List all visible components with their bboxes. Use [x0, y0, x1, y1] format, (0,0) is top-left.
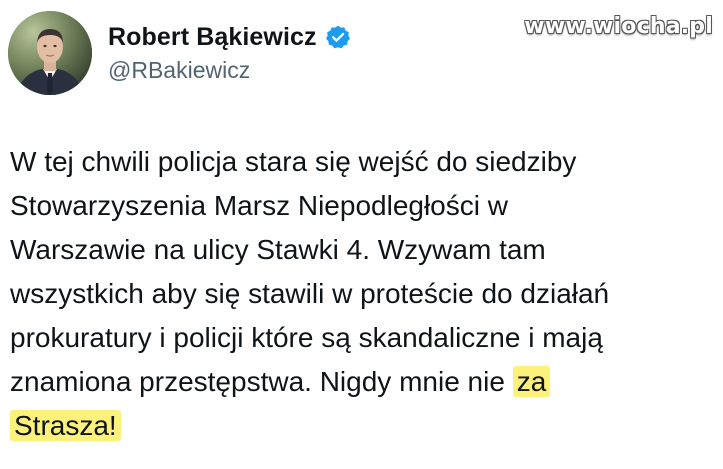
tweet-card: Robert Bąkiewicz @RBakiewicz www.wiocha.…: [0, 0, 723, 469]
tweet-line: Stowarzyszenia Marsz Niepodległości w: [10, 190, 508, 221]
tweet-line: W tej chwili policja stara się wejść do …: [10, 146, 577, 177]
user-handle[interactable]: @RBakiewicz: [108, 55, 351, 85]
tweet-header: Robert Bąkiewicz @RBakiewicz: [8, 8, 351, 98]
name-row: Robert Bąkiewicz: [108, 21, 351, 53]
avatar[interactable]: [8, 11, 92, 95]
tweet-line: Warszawie na ulicy Stawki 4. Wzywam tam: [10, 234, 546, 265]
watermark: www.wiocha.pl: [524, 14, 713, 39]
tweet-line: znamiona przestępstwa. Nigdy mnie nie za: [10, 360, 710, 404]
tweet-line: wszystkich aby się stawili w proteście d…: [10, 278, 610, 309]
highlighted-text: Strasza!: [10, 410, 121, 441]
display-name[interactable]: Robert Bąkiewicz: [108, 21, 317, 53]
tweet-line: Strasza!: [10, 404, 710, 448]
verified-badge-icon: [325, 24, 351, 50]
author-names: Robert Bąkiewicz @RBakiewicz: [108, 21, 351, 85]
profile-photo-icon: [8, 11, 92, 95]
tweet-line-text: znamiona przestępstwa. Nigdy mnie nie: [10, 366, 505, 397]
tweet-line: prokuratury i policji które są skandalic…: [10, 322, 603, 353]
tweet-text: W tej chwili policja stara się wejść do …: [10, 140, 710, 448]
highlighted-text: za: [512, 366, 551, 397]
